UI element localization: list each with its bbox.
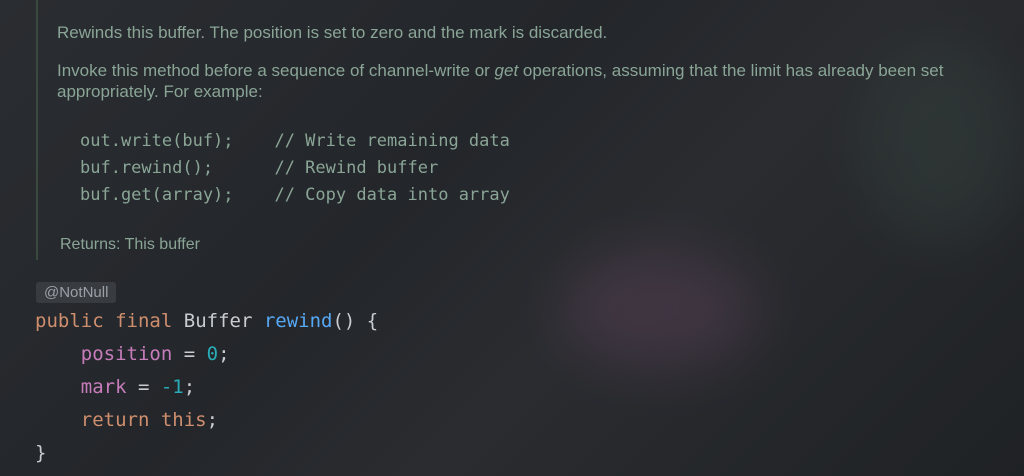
code-example-line: buf.rewind(); // Rewind buffer: [80, 158, 439, 178]
keyword-final: final: [115, 310, 173, 332]
field-position[interactable]: position: [81, 343, 173, 365]
method-name[interactable]: rewind: [264, 310, 333, 332]
semicolon: ;: [206, 409, 219, 431]
code-line-position[interactable]: position = 0;: [35, 338, 378, 371]
assign-op: =: [126, 376, 161, 398]
doc-description-em: get: [494, 61, 519, 80]
signature-tail: () {: [332, 310, 379, 332]
code-line-close: }: [35, 442, 47, 464]
code-example-line: out.write(buf); // Write remaining data: [80, 131, 510, 151]
background-flowers: [560, 250, 760, 370]
assign-op: =: [172, 343, 207, 365]
doc-code-example: out.write(buf); // Write remaining data b…: [80, 128, 510, 209]
source-code[interactable]: public final Buffer rewind() { position …: [35, 305, 378, 470]
semicolon: ;: [183, 376, 196, 398]
code-line-mark[interactable]: mark = -1;: [35, 371, 378, 404]
doc-returns: Returns: This buffer: [60, 236, 200, 253]
code-example-line: buf.get(array); // Copy data into array: [80, 185, 510, 205]
keyword-this: this: [160, 409, 207, 431]
doc-description: Invoke this method before a sequence of …: [57, 60, 987, 102]
code-line-signature[interactable]: public final Buffer rewind() {: [35, 305, 378, 338]
field-mark[interactable]: mark: [81, 376, 127, 398]
annotation-badge[interactable]: @NotNull: [36, 282, 117, 303]
keyword-public: public: [35, 310, 104, 332]
keyword-return: return: [80, 409, 150, 431]
doc-comment: Rewinds this buffer. The position is set…: [36, 0, 998, 260]
code-line-return[interactable]: return this;: [35, 404, 378, 437]
doc-description-text-a: Invoke this method before a sequence of …: [57, 61, 495, 80]
semicolon: ;: [218, 343, 230, 365]
number-zero: 0: [206, 343, 219, 365]
number-neg-one: -1: [160, 376, 184, 398]
return-type[interactable]: Buffer: [184, 310, 253, 332]
doc-summary: Rewinds this buffer. The position is set…: [57, 23, 608, 42]
